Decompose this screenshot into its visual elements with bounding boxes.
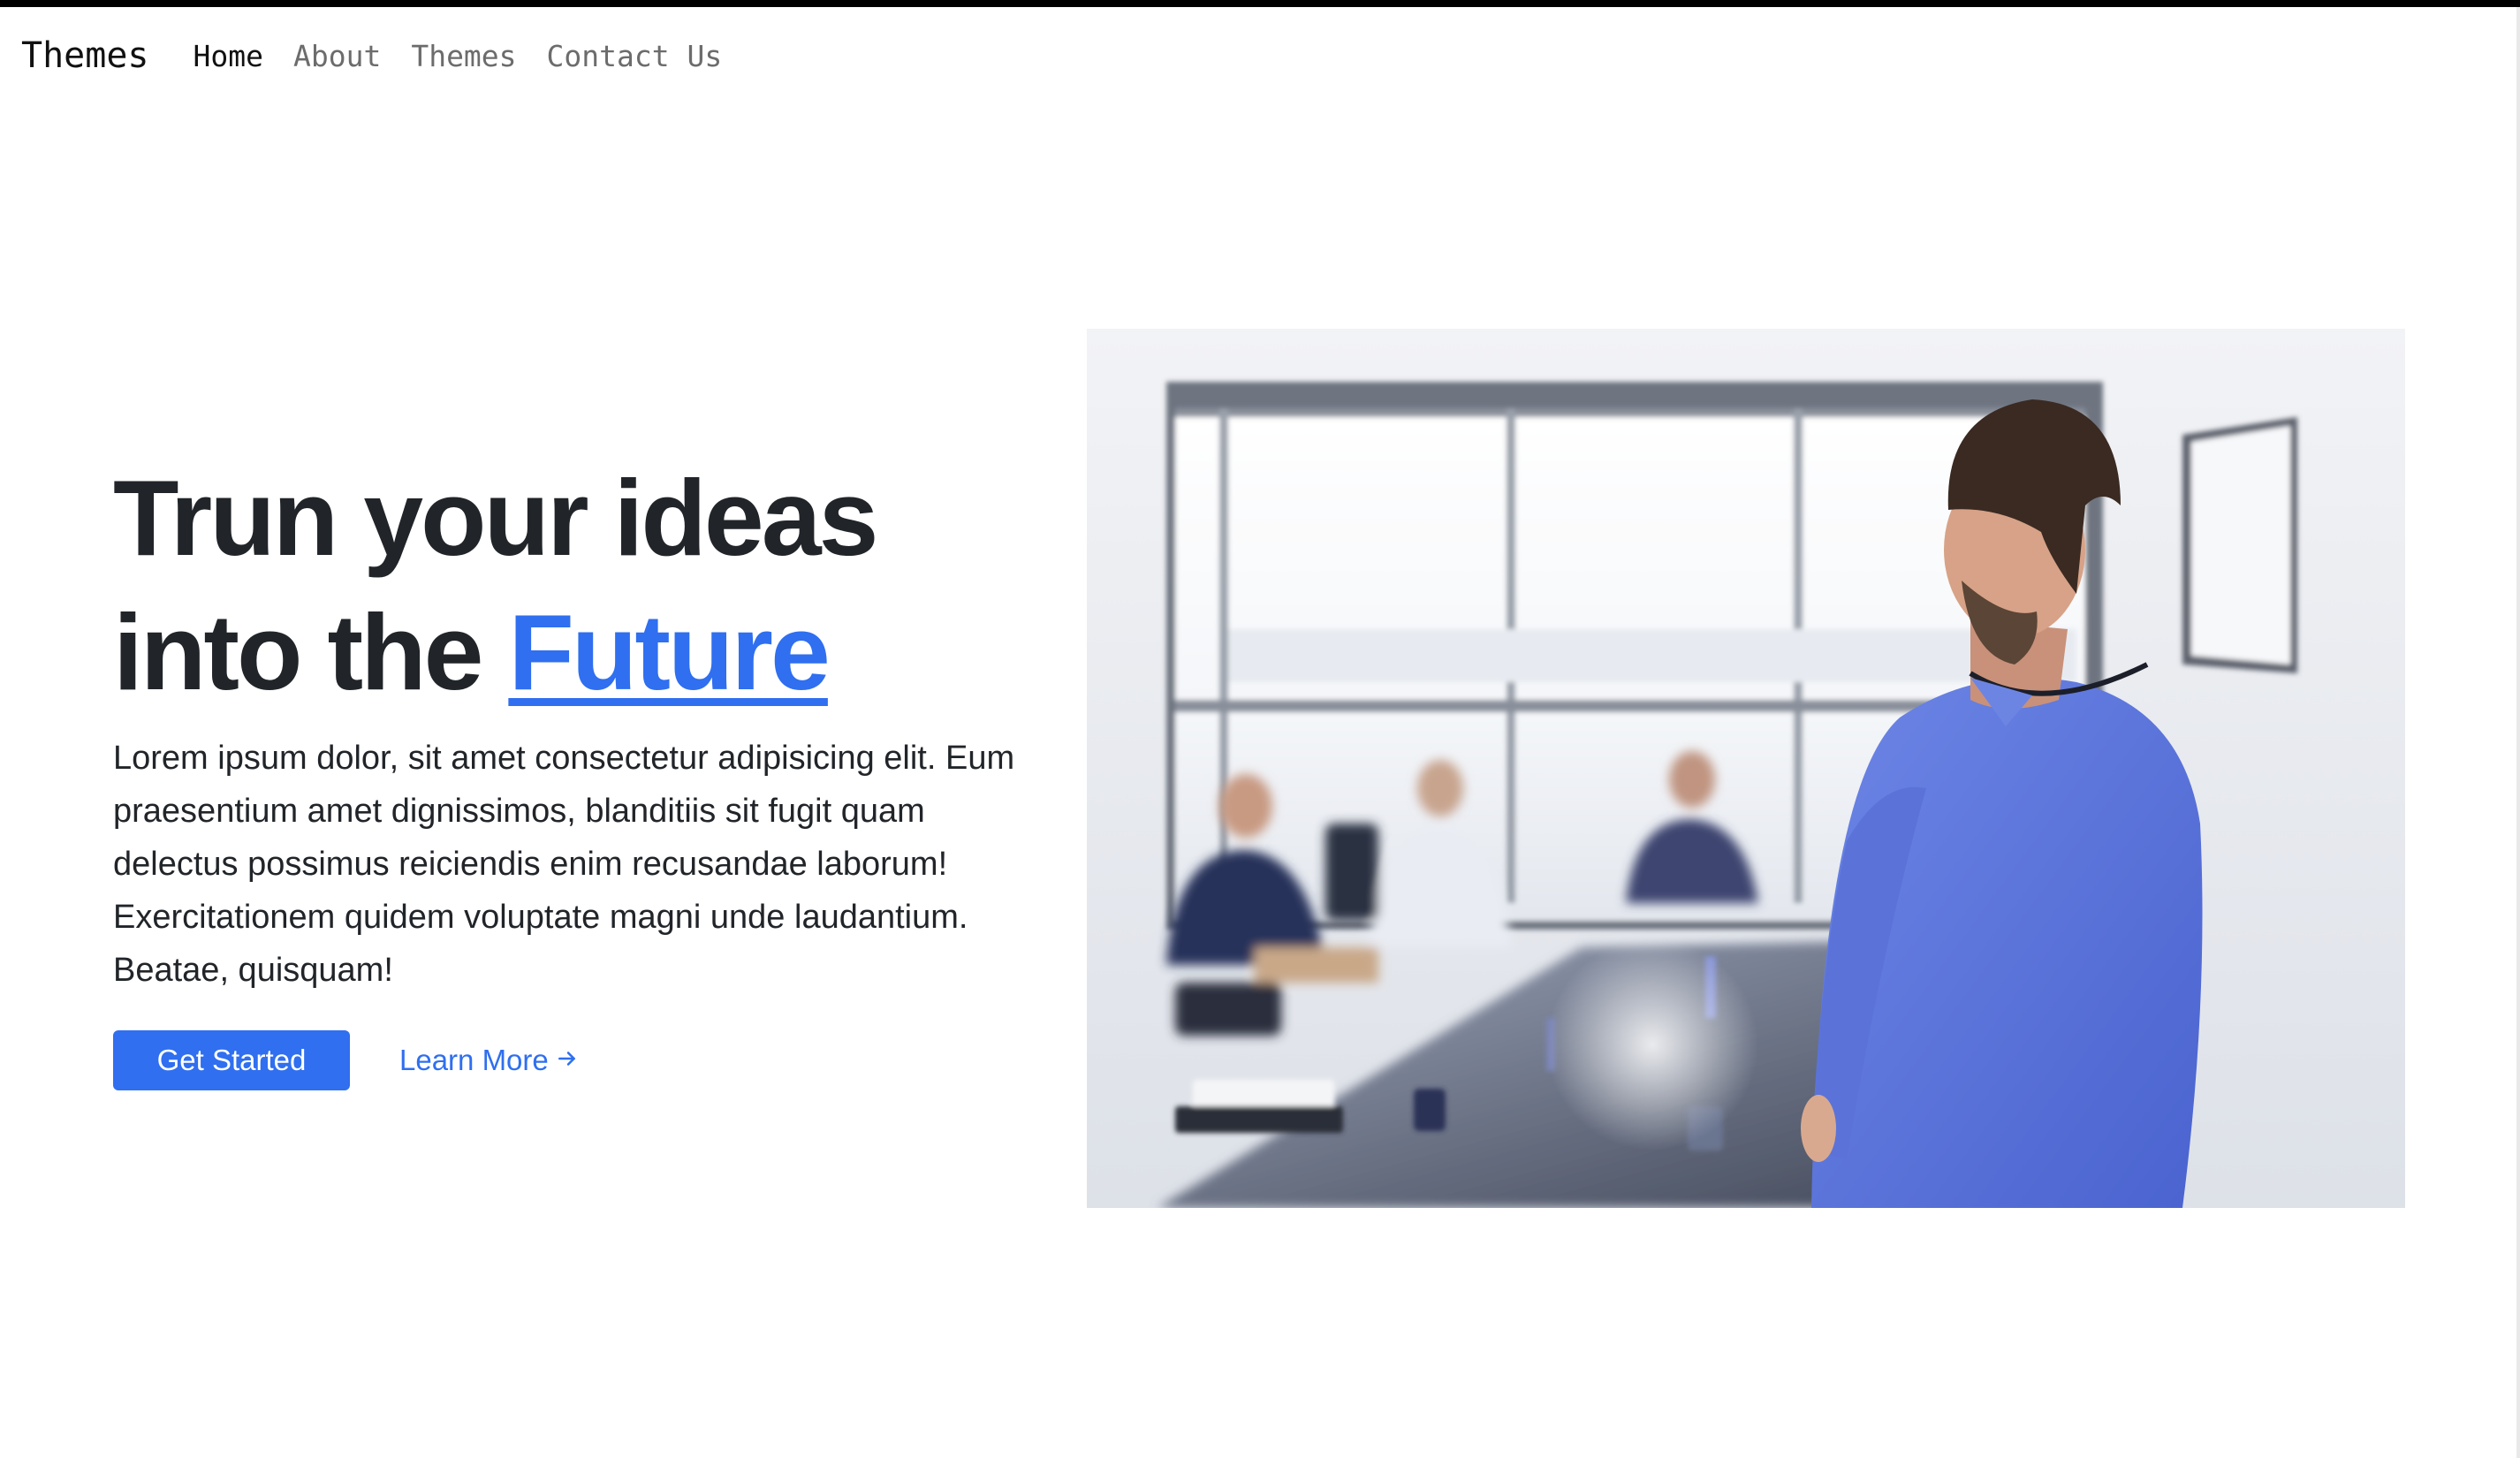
learn-more-link[interactable]: Learn More [399,1044,579,1077]
window-scrollbar-track [2516,7,2520,1458]
get-started-button[interactable]: Get Started [113,1030,350,1090]
hero-title-line1: Trun your ideas [113,458,878,578]
hero-actions: Get Started Learn More [113,1030,1023,1090]
nav-link-about[interactable]: About [293,39,381,73]
hero-title-highlight-link[interactable]: Future [508,592,831,712]
arrow-right-icon [556,1044,579,1077]
learn-more-label: Learn More [399,1044,549,1076]
nav-link-themes[interactable]: Themes [411,39,516,73]
hero-description: Lorem ipsum dolor, sit amet consectetur … [113,740,1015,989]
hero-title-line2: into the [113,592,509,712]
hero-image [1087,329,2405,1208]
nav-links: Home About Themes Contact Us [194,39,723,73]
navbar: Themes Home About Themes Contact Us [21,7,722,104]
hero-section: Trun your ideas into the Future Lorem ip… [113,451,1023,1090]
nav-link-contact-us[interactable]: Contact Us [547,39,723,73]
nav-link-home[interactable]: Home [194,39,263,73]
window-top-border [0,0,2520,7]
hero-title: Trun your ideas into the Future [113,451,1023,719]
brand-logo[interactable]: Themes [21,35,149,76]
